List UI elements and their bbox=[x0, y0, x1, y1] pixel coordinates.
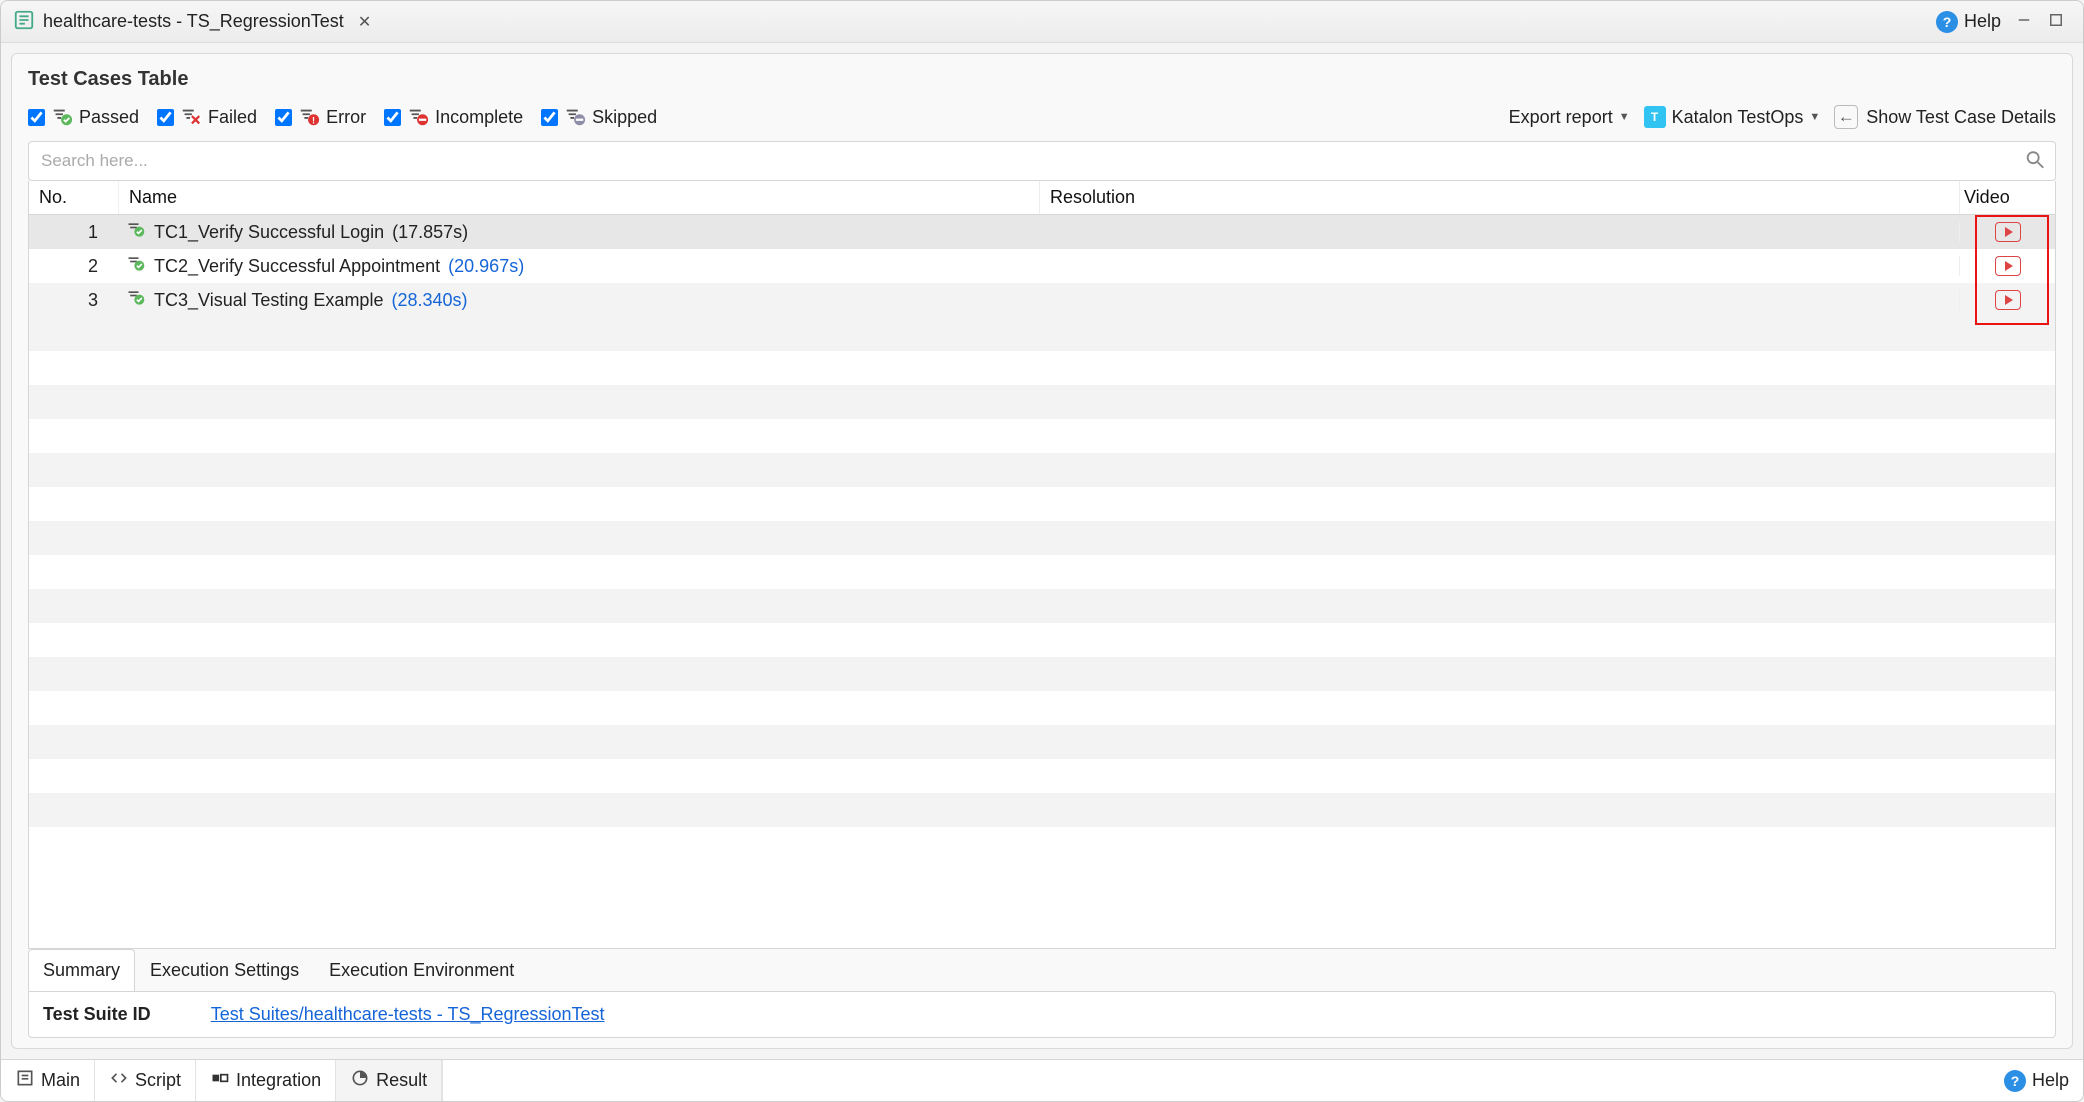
report-window: healthcare-tests - TS_RegressionTest ✕ ?… bbox=[0, 0, 2084, 1102]
summary-panel: Test Suite ID Test Suites/healthcare-tes… bbox=[28, 991, 2056, 1038]
status-passed-icon bbox=[126, 288, 146, 313]
help-icon: ? bbox=[1936, 11, 1958, 33]
svg-text:!: ! bbox=[312, 115, 315, 125]
duration-link[interactable]: (28.340s) bbox=[391, 290, 467, 311]
help-icon: ? bbox=[2004, 1070, 2026, 1092]
katalon-testops-dropdown[interactable]: T Katalon TestOps ▼ bbox=[1644, 106, 1821, 128]
tab-title: healthcare-tests - TS_RegressionTest bbox=[43, 11, 344, 32]
help-button[interactable]: ? Help bbox=[1936, 11, 2001, 33]
filter-passed[interactable]: Passed bbox=[28, 106, 139, 128]
skipped-icon bbox=[564, 106, 586, 128]
editor-tab[interactable]: healthcare-tests - TS_RegressionTest ✕ bbox=[13, 9, 377, 34]
titlebar: healthcare-tests - TS_RegressionTest ✕ ?… bbox=[1, 1, 2083, 43]
filter-toolbar: Passed Failed! Error Incomplete Skipped Expo… bbox=[28, 105, 2056, 129]
search-wrap bbox=[28, 141, 2056, 181]
bottom-tab-main[interactable]: Main bbox=[1, 1060, 95, 1101]
bottom-tab-label: Result bbox=[376, 1070, 427, 1091]
integration-icon bbox=[210, 1068, 230, 1093]
filter-failed[interactable]: Failed bbox=[157, 106, 257, 128]
maximize-button[interactable] bbox=[2047, 11, 2065, 32]
bottom-tab-label: Integration bbox=[236, 1070, 321, 1091]
test-cases-table: No. Name Resolution Video 1 TC1_Verify Su… bbox=[28, 181, 2056, 949]
chevron-down-icon: ▼ bbox=[1809, 111, 1820, 123]
test-suite-id-link[interactable]: Test Suites/healthcare-tests - TS_Regres… bbox=[211, 1004, 605, 1025]
filter-error[interactable]: ! Error bbox=[275, 106, 366, 128]
play-icon bbox=[2005, 295, 2013, 305]
bottom-tab-result[interactable]: Result bbox=[336, 1060, 442, 1101]
table-header: No. Name Resolution Video bbox=[29, 181, 2055, 215]
filter-skipped-checkbox[interactable] bbox=[541, 109, 558, 126]
testops-icon: T bbox=[1644, 106, 1666, 128]
play-video-button[interactable] bbox=[1995, 290, 2021, 310]
test-cases-panel: Test Cases Table Passed Failed! Error Incom… bbox=[11, 53, 2073, 1049]
play-video-button[interactable] bbox=[1995, 256, 2021, 276]
status-passed-icon bbox=[126, 254, 146, 279]
filter-skipped[interactable]: Skipped bbox=[541, 106, 657, 128]
test-suite-id-label: Test Suite ID bbox=[43, 1004, 151, 1025]
report-icon bbox=[13, 9, 35, 34]
row-number: 3 bbox=[32, 290, 122, 311]
show-test-case-details-button[interactable]: ← Show Test Case Details bbox=[1834, 105, 2056, 129]
help-label: Help bbox=[2032, 1070, 2069, 1091]
filter-failed-checkbox[interactable] bbox=[157, 109, 174, 126]
filter-skipped-label: Skipped bbox=[592, 107, 657, 128]
col-no[interactable]: No. bbox=[29, 181, 119, 214]
editor-bottom-tabs: Main Script Integration Result ? Help bbox=[1, 1059, 2083, 1101]
failed-icon bbox=[180, 106, 202, 128]
help-button-bottom[interactable]: ? Help bbox=[1990, 1060, 2083, 1101]
row-number: 1 bbox=[32, 222, 122, 243]
table-body: 1 TC1_Verify Successful Login (17.857s) 2 T… bbox=[29, 215, 2055, 948]
play-video-button[interactable] bbox=[1995, 222, 2021, 242]
col-resolution[interactable]: Resolution bbox=[1039, 181, 1959, 214]
bottom-tab-label: Main bbox=[41, 1070, 80, 1091]
main-icon bbox=[15, 1068, 35, 1093]
bottom-tab-label: Script bbox=[135, 1070, 181, 1091]
show-details-label: Show Test Case Details bbox=[1866, 107, 2056, 128]
search-icon bbox=[2024, 149, 2046, 174]
passed-icon bbox=[51, 106, 73, 128]
filter-failed-label: Failed bbox=[208, 107, 257, 128]
table-row[interactable]: 2 TC2_Verify Successful Appointment (20.9… bbox=[29, 249, 2055, 283]
incomplete-icon bbox=[407, 106, 429, 128]
filter-passed-label: Passed bbox=[79, 107, 139, 128]
test-case-name: TC1_Verify Successful Login bbox=[154, 222, 384, 243]
testops-label: Katalon TestOps bbox=[1672, 107, 1804, 128]
filter-error-label: Error bbox=[326, 107, 366, 128]
table-row[interactable]: 3 TC3_Visual Testing Example (28.340s) bbox=[29, 283, 2055, 317]
help-label: Help bbox=[1964, 11, 2001, 32]
duration-text: (17.857s) bbox=[392, 222, 468, 243]
filter-error-checkbox[interactable] bbox=[275, 109, 292, 126]
result-icon bbox=[350, 1068, 370, 1093]
export-report-dropdown[interactable]: Export report ▼ bbox=[1509, 107, 1630, 128]
status-passed-icon bbox=[126, 220, 146, 245]
minimize-button[interactable] bbox=[2015, 11, 2033, 32]
filter-passed-checkbox[interactable] bbox=[28, 109, 45, 126]
play-icon bbox=[2005, 227, 2013, 237]
error-icon: ! bbox=[298, 106, 320, 128]
tab-summary[interactable]: Summary bbox=[28, 949, 135, 991]
tab-execution-environment[interactable]: Execution Environment bbox=[314, 949, 529, 991]
filter-incomplete-label: Incomplete bbox=[435, 107, 523, 128]
chevron-down-icon: ▼ bbox=[1619, 111, 1630, 123]
bottom-tab-integration[interactable]: Integration bbox=[196, 1060, 336, 1101]
row-number: 2 bbox=[32, 256, 122, 277]
close-icon[interactable]: ✕ bbox=[352, 12, 377, 32]
table-row[interactable]: 1 TC1_Verify Successful Login (17.857s) bbox=[29, 215, 2055, 249]
search-input[interactable] bbox=[28, 141, 2056, 181]
tab-execution-settings[interactable]: Execution Settings bbox=[135, 949, 314, 991]
play-icon bbox=[2005, 261, 2013, 271]
export-report-label: Export report bbox=[1509, 107, 1613, 128]
panel-title: Test Cases Table bbox=[28, 68, 2056, 91]
test-case-name: TC3_Visual Testing Example bbox=[154, 290, 383, 311]
duration-link[interactable]: (20.967s) bbox=[448, 256, 524, 277]
col-name[interactable]: Name bbox=[119, 181, 1039, 214]
bottom-tab-script[interactable]: Script bbox=[95, 1060, 196, 1101]
col-video[interactable]: Video bbox=[1959, 181, 2055, 214]
filter-incomplete-checkbox[interactable] bbox=[384, 109, 401, 126]
detail-tabs: SummaryExecution SettingsExecution Envir… bbox=[28, 949, 2056, 991]
test-case-name: TC2_Verify Successful Appointment bbox=[154, 256, 440, 277]
script-icon bbox=[109, 1068, 129, 1093]
filter-incomplete[interactable]: Incomplete bbox=[384, 106, 523, 128]
arrow-left-icon: ← bbox=[1834, 105, 1858, 129]
